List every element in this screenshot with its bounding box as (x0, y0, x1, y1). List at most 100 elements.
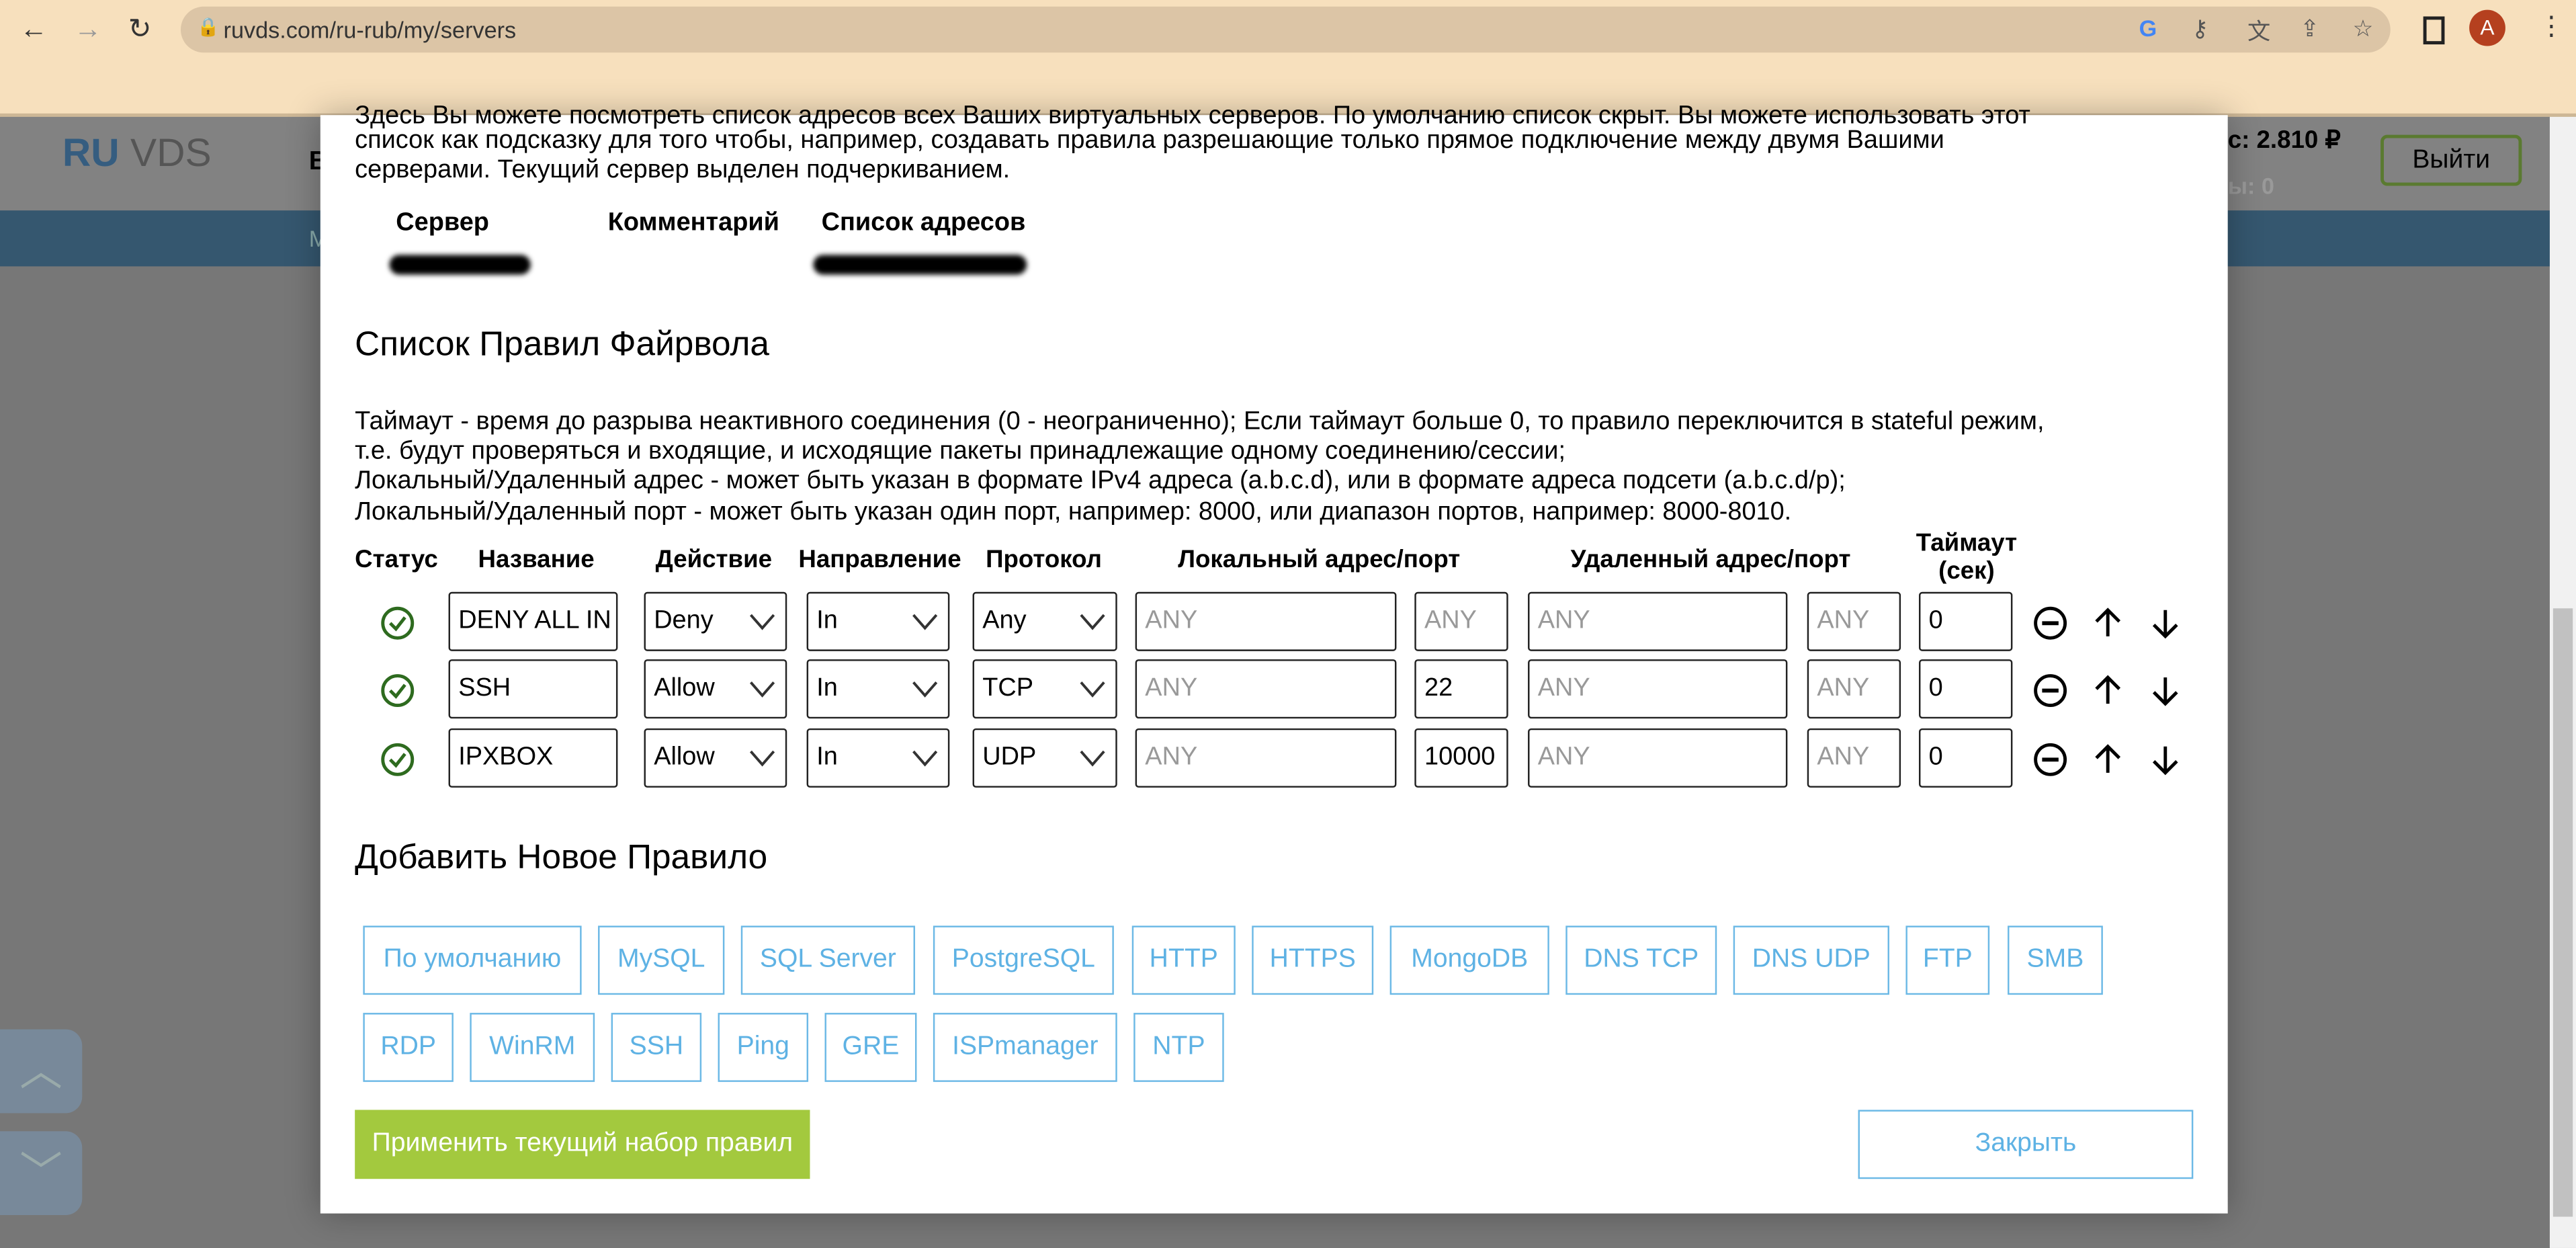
arrow-up-icon[interactable] (2090, 605, 2126, 641)
remove-rule-icon[interactable] (2032, 741, 2069, 778)
check-circle-icon[interactable] (380, 673, 416, 709)
scroll-up-button[interactable]: ︿ (0, 1029, 83, 1114)
google-icon[interactable]: G (2139, 15, 2157, 41)
rule-row: SSH Allow In TCP ANY 22 ANY ANY 0 (320, 659, 2228, 722)
chevron-down-icon (1080, 614, 1105, 630)
lock-icon[interactable]: 🔒 (197, 16, 220, 38)
translate-icon[interactable]: 文 (2247, 15, 2270, 48)
preset-button[interactable]: SSH (611, 1013, 702, 1082)
profile-avatar[interactable]: A (2469, 9, 2505, 46)
local-address-input[interactable]: ANY (1135, 728, 1397, 788)
preset-button[interactable]: MySQL (598, 925, 725, 995)
preset-button[interactable]: FTP (1905, 925, 1990, 995)
url-text[interactable]: ruvds.com/ru-rub/my/servers (224, 16, 517, 42)
preset-button[interactable]: MongoDB (1389, 925, 1549, 995)
name-input[interactable]: DENY ALL IN (448, 591, 618, 651)
help-text: Локальный/Удаленный адрес - может быть у… (355, 466, 1846, 495)
action-select[interactable]: Deny (644, 591, 787, 651)
local-address-input[interactable]: ANY (1135, 591, 1397, 651)
protocol-select[interactable]: TCP (972, 659, 1117, 719)
chevron-up-icon: ︿ (19, 1046, 62, 1095)
reload-icon[interactable]: ↻ (128, 13, 152, 46)
preset-button[interactable]: ISPmanager (933, 1013, 1117, 1082)
placeholder: ANY (1537, 743, 1590, 772)
col-status: Статус (355, 546, 438, 574)
local-port-input[interactable]: 22 (1414, 659, 1508, 719)
timeout-input[interactable]: 0 (1918, 728, 2013, 788)
preset-button[interactable]: PostgreSQL (933, 925, 1114, 995)
action-select[interactable]: Allow (644, 659, 787, 719)
name-input[interactable]: SSH (448, 659, 618, 719)
apply-rules-button[interactable]: Применить текущий набор правил (355, 1110, 810, 1179)
chevron-down-icon (912, 750, 938, 767)
preset-button[interactable]: RDP (363, 1013, 454, 1082)
arrow-down-icon[interactable] (2147, 605, 2184, 641)
chevron-down-icon (1080, 750, 1105, 767)
protocol-select[interactable]: UDP (972, 728, 1117, 788)
preset-button[interactable]: GRE (824, 1013, 917, 1082)
placeholder: ANY (1817, 743, 1870, 772)
arrow-up-icon[interactable] (2090, 673, 2126, 709)
check-circle-icon[interactable] (380, 605, 416, 641)
action-select[interactable]: Allow (644, 728, 787, 788)
remote-address-input[interactable]: ANY (1528, 728, 1788, 788)
chevron-down-icon (912, 681, 938, 698)
forward-icon[interactable]: → (74, 13, 102, 46)
remote-address-input[interactable]: ANY (1528, 591, 1788, 651)
remote-port-input[interactable]: ANY (1807, 728, 1901, 788)
arrow-down-icon[interactable] (2147, 673, 2184, 709)
preset-button[interactable]: SMB (2008, 925, 2103, 995)
preset-button[interactable]: HTTP (1131, 925, 1236, 995)
star-icon[interactable]: ☆ (2353, 15, 2374, 43)
arrow-up-icon[interactable] (2090, 741, 2126, 778)
direction-select[interactable]: In (806, 591, 950, 651)
remote-port-input[interactable]: ANY (1807, 591, 1901, 651)
placeholder: ANY (1817, 674, 1870, 702)
preset-button[interactable]: DNS UDP (1733, 925, 1889, 995)
preset-button[interactable]: Ping (718, 1013, 809, 1082)
protocol-select[interactable]: Any (972, 591, 1117, 651)
remove-rule-icon[interactable] (2032, 673, 2069, 709)
share-icon[interactable]: ⇪ (2300, 15, 2319, 43)
timeout-input[interactable]: 0 (1918, 591, 2013, 651)
check-circle-icon[interactable] (380, 741, 416, 778)
scrollbar-thumb[interactable] (2552, 608, 2573, 1217)
key-icon[interactable]: ⚷ (2192, 15, 2208, 43)
preset-button[interactable]: SQL Server (740, 925, 915, 995)
col-name: Название (478, 546, 595, 574)
remote-address-input[interactable]: ANY (1528, 659, 1788, 719)
preset-button[interactable]: По умолчанию (363, 925, 582, 995)
direction-select[interactable]: In (806, 659, 950, 719)
ruvds-logo[interactable]: RU VDS (62, 132, 212, 178)
name-input[interactable]: IPXBOX (448, 728, 618, 788)
logout-button[interactable]: Выйти (2380, 134, 2522, 186)
help-text: Локальный/Удаленный порт - может быть ук… (355, 498, 1792, 526)
local-address-input[interactable]: ANY (1135, 659, 1397, 719)
remove-rule-icon[interactable] (2032, 605, 2069, 641)
remote-port-input[interactable]: ANY (1807, 659, 1901, 719)
sidepanel-icon[interactable] (2423, 16, 2445, 45)
rule-row: IPXBOX Allow In UDP ANY 10000 ANY ANY 0 (320, 728, 2228, 791)
arrow-down-icon[interactable] (2147, 741, 2184, 778)
redacted-server (389, 255, 531, 275)
preset-button[interactable]: WinRM (470, 1013, 595, 1082)
back-icon[interactable]: ← (19, 13, 48, 46)
direction-select[interactable]: In (806, 728, 950, 788)
chevron-down-icon (749, 750, 775, 767)
placeholder: ANY (1145, 674, 1198, 702)
add-rule-title: Добавить Новое Правило (355, 838, 768, 877)
scroll-down-button[interactable]: ﹀ (0, 1131, 83, 1216)
chevron-down-icon: ﹀ (19, 1147, 62, 1198)
col-remote: Удаленный адрес/порт (1570, 546, 1851, 574)
local-port-input[interactable]: 10000 (1414, 728, 1508, 788)
preset-button[interactable]: HTTPS (1252, 925, 1374, 995)
firewall-modal: Здесь Вы можете посмотреть список адресо… (320, 102, 2228, 1214)
preset-button[interactable]: DNS TCP (1565, 925, 1717, 995)
close-button[interactable]: Закрыть (1858, 1110, 2194, 1179)
local-port-input[interactable]: ANY (1414, 591, 1508, 651)
chevron-down-icon (912, 614, 938, 630)
menu-icon[interactable]: ⋮ (2538, 10, 2565, 43)
timeout-input[interactable]: 0 (1918, 659, 2013, 719)
help-text: т.е. будут проверяться и входящие, и исх… (355, 437, 1566, 466)
preset-button[interactable]: NTP (1133, 1013, 1224, 1082)
